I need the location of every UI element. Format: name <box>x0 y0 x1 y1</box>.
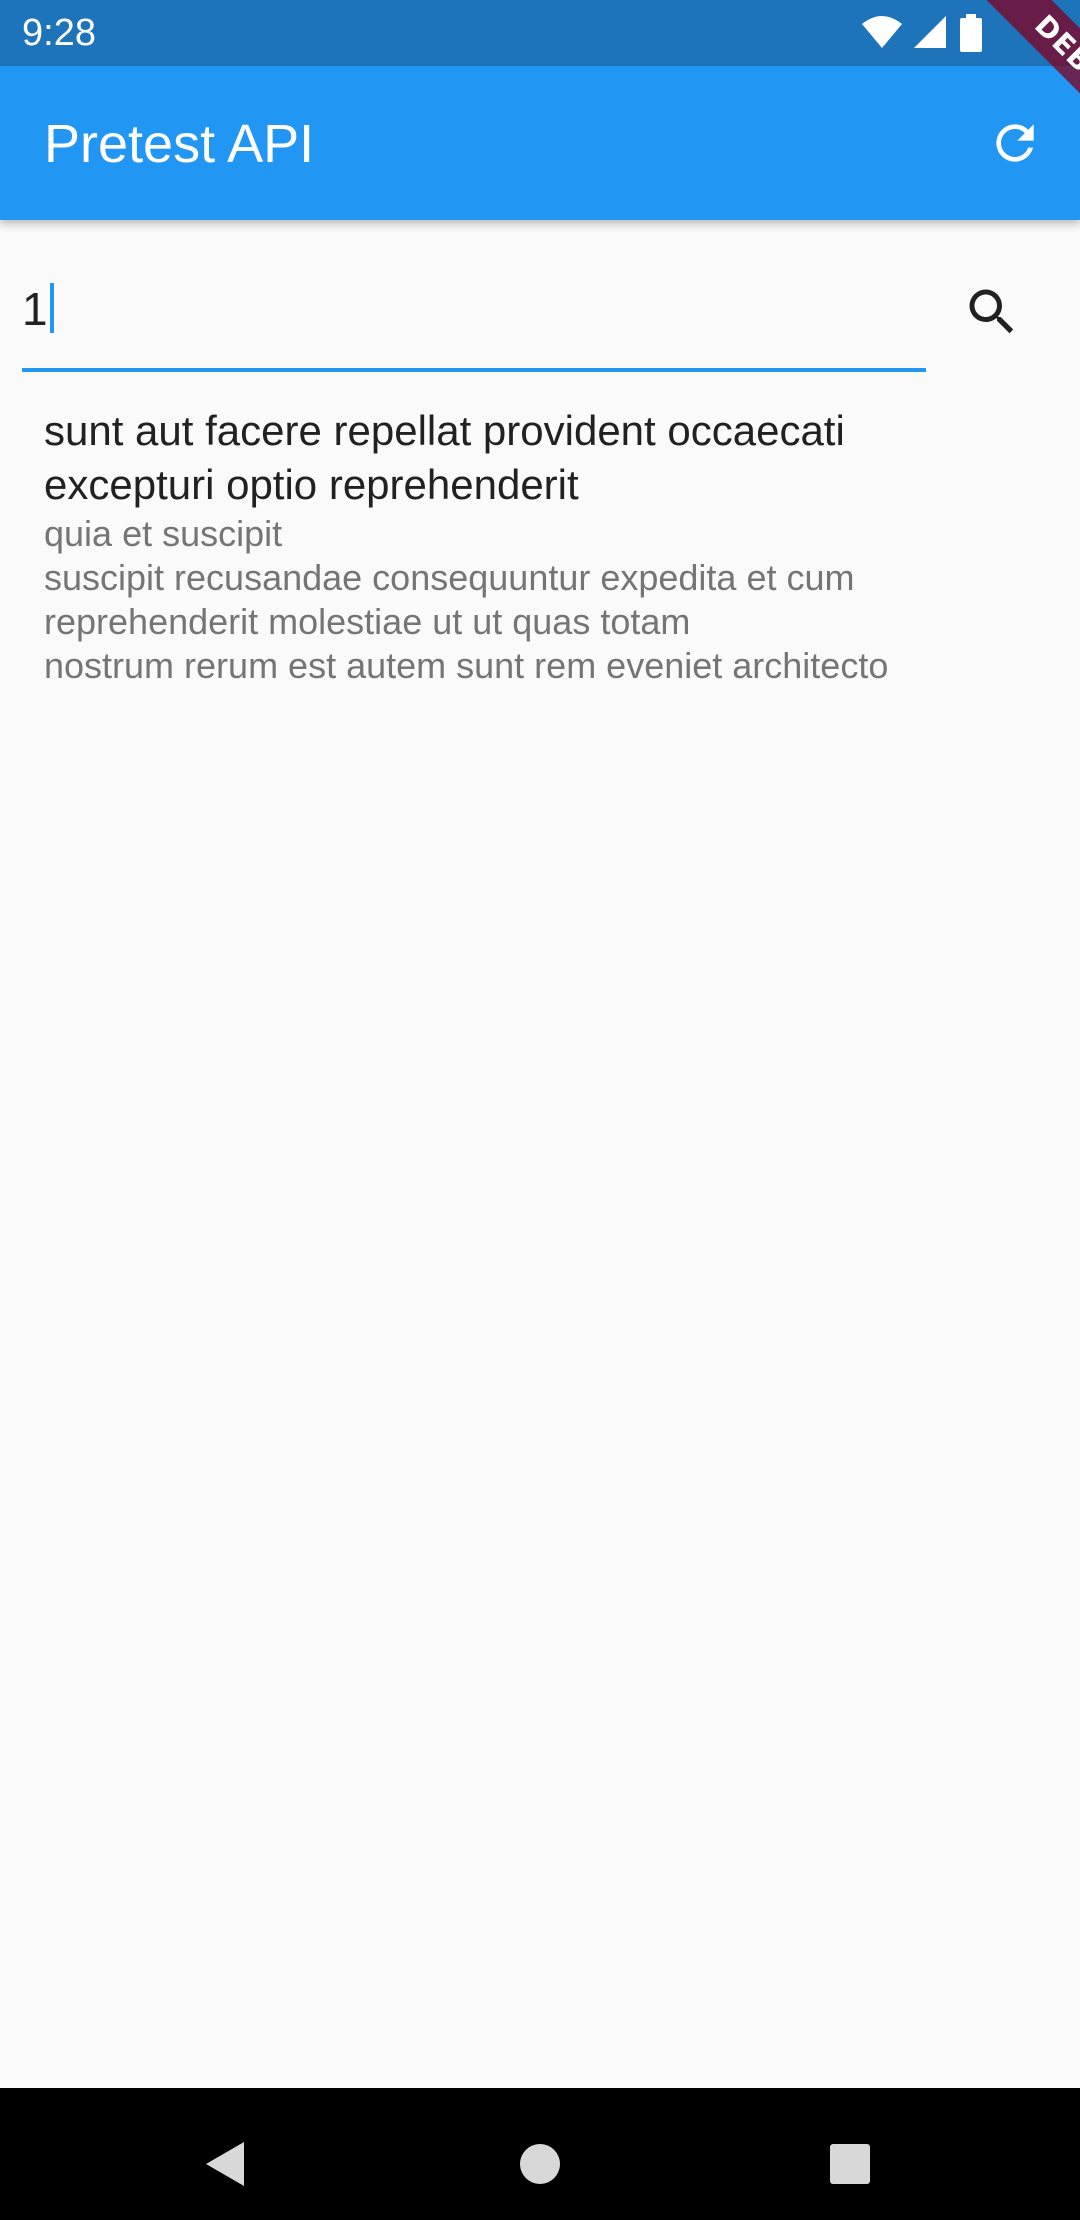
text-caret <box>49 283 54 333</box>
search-button[interactable] <box>952 272 1032 352</box>
recents-button[interactable] <box>810 2124 890 2204</box>
home-icon <box>520 2144 560 2184</box>
recents-icon <box>830 2144 870 2184</box>
post-title: sunt aut facere repellat provident occae… <box>44 407 845 508</box>
search-icon <box>969 289 1014 334</box>
battery-icon <box>960 14 982 52</box>
page-title: Pretest API <box>44 114 315 174</box>
search-input-value[interactable]: 1 <box>22 282 54 336</box>
list-item[interactable]: sunt aut facere repellat provident occae… <box>44 404 1044 688</box>
search-row: 1 <box>22 250 1062 380</box>
home-button[interactable] <box>500 2124 580 2204</box>
search-input-text: 1 <box>22 283 48 335</box>
status-icons <box>860 14 1010 54</box>
wifi-icon <box>862 16 902 48</box>
back-icon <box>206 2142 244 2186</box>
signal-icon <box>914 16 946 48</box>
post-body: quia et suscipit suscipit recusandae con… <box>44 513 889 686</box>
app-bar: Pretest API <box>0 66 1080 220</box>
navigation-bar <box>0 2088 1080 2220</box>
back-button[interactable] <box>186 2124 266 2204</box>
status-time: 9:28 <box>22 12 96 54</box>
results-list: sunt aut facere repellat provident occae… <box>44 404 1044 688</box>
refresh-button[interactable] <box>980 108 1050 178</box>
search-input[interactable]: 1 <box>22 250 926 372</box>
status-bar: 9:28 <box>0 0 1080 66</box>
refresh-icon <box>996 124 1034 162</box>
